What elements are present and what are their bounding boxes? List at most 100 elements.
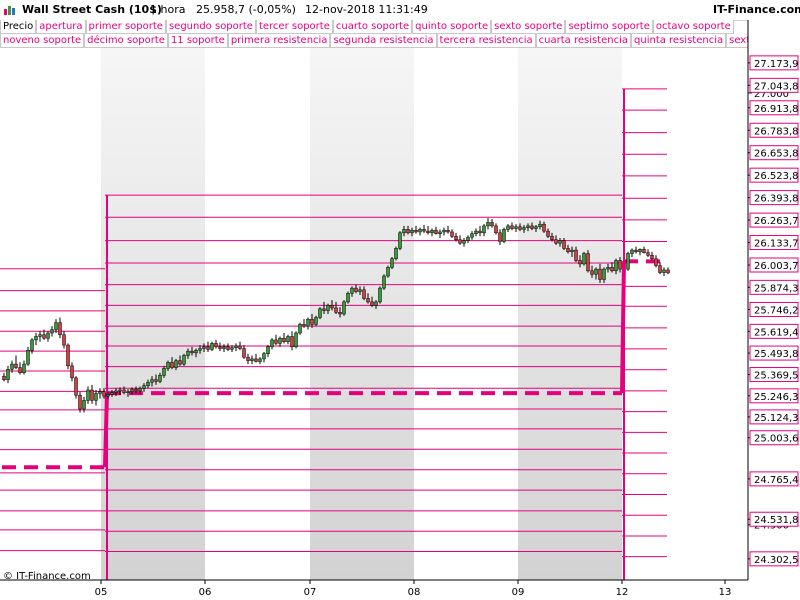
- y-tick-label: 25.619,4: [754, 327, 799, 338]
- candle-body: [482, 225, 486, 234]
- candle-body: [150, 379, 154, 383]
- candle-body: [342, 301, 346, 315]
- candle-body: [250, 358, 254, 361]
- copyright-label: © IT-Finance.com: [3, 571, 91, 582]
- candle-body: [430, 229, 434, 234]
- y-tick-label: 25.874,3: [754, 283, 799, 294]
- candle-body: [386, 267, 390, 277]
- chart: 27.00024.50027.173,927.043,826.913,826.7…: [0, 20, 800, 600]
- y-tick-label: 24.765,4: [754, 475, 799, 486]
- candle-body: [454, 236, 458, 240]
- candle-body: [354, 287, 358, 292]
- candle-body: [542, 223, 546, 232]
- candle-body: [562, 240, 566, 249]
- candle-body: [462, 240, 466, 244]
- y-tick-label: 24.531,8: [754, 515, 799, 526]
- candle-body: [242, 348, 246, 358]
- candle-body: [38, 334, 42, 337]
- candle-body: [446, 229, 450, 233]
- candle-body: [350, 287, 354, 294]
- y-tick-label: 26.263,7: [754, 216, 799, 227]
- candle-body: [62, 334, 66, 346]
- candle-body: [318, 308, 322, 318]
- candle-body: [158, 375, 162, 382]
- candle-body: [258, 358, 262, 362]
- candle-body: [230, 347, 234, 350]
- candle-body: [222, 346, 226, 349]
- candle-body: [422, 229, 426, 232]
- candle-body: [662, 269, 666, 273]
- candle-body: [50, 329, 54, 334]
- candle-body: [298, 324, 302, 334]
- candle-body: [134, 388, 138, 392]
- candle-body: [254, 358, 258, 362]
- y-tick-label: 25.246,3: [754, 392, 799, 403]
- candle-body: [182, 355, 186, 365]
- candle-body: [58, 322, 62, 335]
- candle-body: [646, 252, 650, 256]
- x-tick-label: 09: [512, 587, 525, 598]
- x-axis-labels: 05 06 07 08 09 12 13: [95, 580, 732, 598]
- candle-body: [170, 362, 174, 368]
- candle-body: [286, 336, 290, 342]
- candle-body: [654, 258, 658, 266]
- candle-body: [54, 322, 58, 330]
- candle-body: [282, 337, 286, 342]
- candle-body: [614, 260, 618, 272]
- y-tick-label: 26.523,8: [754, 171, 799, 182]
- candle-body: [478, 230, 482, 234]
- candle-body: [338, 312, 342, 315]
- candle-body: [138, 388, 142, 392]
- candle-body: [666, 269, 670, 274]
- candle-body: [98, 391, 102, 394]
- candle-body: [382, 275, 386, 289]
- x-tick-label: 06: [199, 587, 212, 598]
- day-band: [101, 48, 205, 580]
- y-tick-label: 25.369,5: [754, 371, 799, 382]
- y-tick-label: 26.003,7: [754, 261, 799, 272]
- candle-body: [530, 225, 534, 229]
- candle-body: [310, 318, 314, 325]
- candle-body: [390, 258, 394, 268]
- candle-body: [262, 353, 266, 360]
- candle-body: [110, 392, 114, 395]
- candle-body: [26, 350, 30, 365]
- candle-body: [642, 248, 646, 253]
- candle-body: [106, 394, 110, 397]
- candle-body: [78, 394, 82, 410]
- candle-body: [586, 253, 590, 272]
- candle-body: [606, 267, 610, 270]
- y-tick-label: 26.913,8: [754, 104, 799, 115]
- y-tick-label: 25.124,3: [754, 413, 799, 424]
- candle-body: [294, 332, 298, 348]
- candle-body: [42, 334, 46, 339]
- x-tick-label: 13: [719, 587, 732, 598]
- candle-body: [494, 225, 498, 234]
- candle-body: [6, 369, 10, 380]
- x-tick-label: 12: [616, 587, 629, 598]
- candle-body: [146, 381, 150, 386]
- candle-body: [590, 270, 594, 275]
- day-band: [518, 48, 622, 580]
- y-tick-label: 27.043,8: [754, 81, 799, 92]
- y-tick-label: 26.653,8: [754, 149, 799, 160]
- candle-body: [18, 367, 22, 373]
- candle-body: [322, 308, 326, 311]
- candle-body: [22, 363, 26, 373]
- candle-body: [34, 336, 38, 341]
- candle-body: [514, 226, 518, 229]
- candle-body: [578, 260, 582, 265]
- candle-body: [502, 229, 506, 242]
- candle-body: [198, 348, 202, 351]
- candle-body: [358, 289, 362, 292]
- candle-body: [90, 389, 94, 401]
- y-tick-label: 26.393,8: [754, 194, 799, 205]
- candle-body: [102, 391, 106, 397]
- candle-body: [658, 265, 662, 273]
- candle-body: [490, 222, 494, 227]
- candle-body: [634, 249, 638, 253]
- candle-body: [470, 233, 474, 238]
- candle-body: [346, 293, 350, 303]
- candle-body: [458, 239, 462, 244]
- candle-body: [278, 337, 282, 344]
